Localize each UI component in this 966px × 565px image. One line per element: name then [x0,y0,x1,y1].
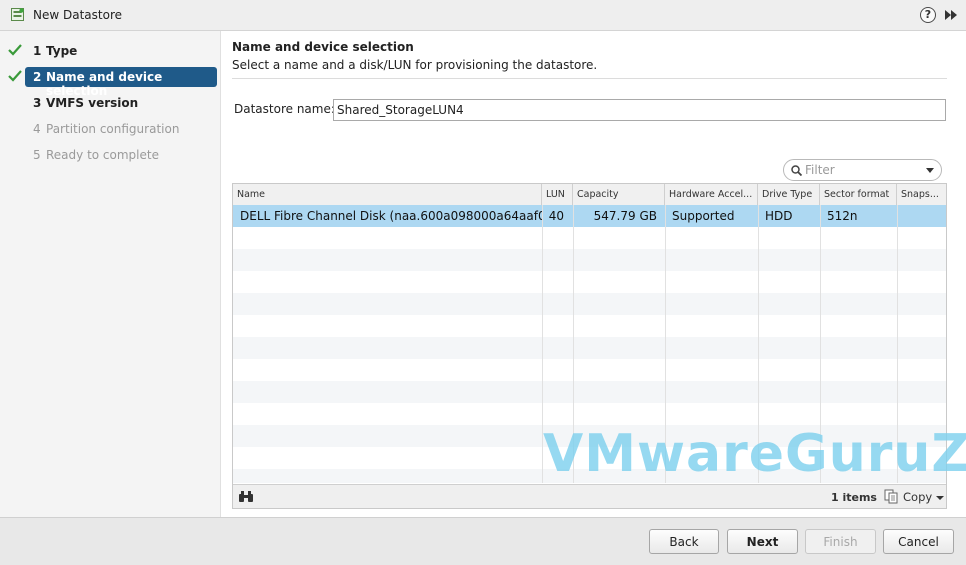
checkmark-icon [8,70,22,82]
empty-row [233,381,946,403]
step-number: 3 [33,96,42,110]
filter-dropdown-icon[interactable] [926,168,934,173]
search-icon [791,165,802,176]
step-number: 4 [33,122,41,136]
datastore-icon [11,8,24,21]
filter-box[interactable] [783,159,942,181]
datastore-name-label: Datastore name: [234,102,335,116]
step-number: 5 [33,148,41,162]
empty-row [233,293,946,315]
empty-row [233,271,946,293]
page-description: Select a name and a disk/LUN for provisi… [232,58,598,72]
divider [232,78,947,79]
step-label: Type [46,44,78,58]
step-type[interactable]: 1 Type [0,41,221,61]
step-ready-to-complete: 5 Ready to complete [0,145,221,165]
cancel-button[interactable]: Cancel [883,529,954,554]
cell-lun: 40 [548,209,564,223]
cell-hardware-accel: Supported [672,209,735,223]
help-icon[interactable]: ? [920,7,936,23]
title-bar: New Datastore ? [0,0,966,31]
page-title: Name and device selection [232,40,414,54]
wizard-steps-sidebar: 1 Type 2 Name and device selection 3 VMF… [0,31,221,517]
next-button[interactable]: Next [727,529,798,554]
empty-row [233,359,946,381]
cell-snapshot [897,205,946,227]
cell-drive-type: HDD [765,209,793,223]
empty-row [233,403,946,425]
column-header-lun[interactable]: LUN [542,184,573,205]
column-header-drive-type[interactable]: Drive Type [758,184,820,205]
table-footer: 1 items Copy [233,484,946,508]
copy-label: Copy [903,490,933,504]
table-row[interactable]: DELL Fibre Channel Disk (naa.600a098000a… [233,205,946,227]
column-header-snapshot[interactable]: Snaps... [897,184,946,205]
window-title: New Datastore [33,8,122,22]
column-header-capacity[interactable]: Capacity [573,184,665,205]
empty-row [233,315,946,337]
binoculars-icon[interactable] [238,490,254,503]
copy-icon [884,489,898,504]
datastore-name-input[interactable] [333,99,946,121]
step-number: 1 [33,44,42,58]
back-button[interactable]: Back [649,529,719,554]
empty-row [233,337,946,359]
step-label: Ready to complete [46,148,159,162]
step-number: 2 [33,70,42,84]
finish-button: Finish [805,529,876,554]
checkmark-icon [8,44,22,56]
cell-sector-format: 512n [827,209,858,223]
empty-row [233,249,946,271]
empty-row [233,227,946,249]
items-count: 1 items [831,491,877,504]
cell-name: DELL Fibre Channel Disk (naa.600a098000a… [240,209,542,223]
column-header-hardware-accel[interactable]: Hardware Accel... [665,184,758,205]
table-header: Name LUN Capacity Hardware Accel... Driv… [233,184,946,206]
column-header-sector-format[interactable]: Sector format [820,184,897,205]
chevron-down-icon [936,496,944,500]
watermark-text: VMwareGuruZ [543,424,966,484]
step-partition-configuration: 4 Partition configuration [0,119,221,139]
step-vmfs-version[interactable]: 3 VMFS version [0,93,221,113]
step-label: VMFS version [46,96,139,110]
step-label: Partition configuration [46,122,180,136]
column-header-name[interactable]: Name [233,184,542,205]
expand-icon[interactable] [945,10,958,20]
wizard-footer: Back Next Finish Cancel [0,517,966,565]
filter-input[interactable] [805,162,920,178]
step-name-and-device-selection[interactable]: 2 Name and device selection [0,67,221,98]
cell-capacity: 547.79 GB [593,209,657,223]
